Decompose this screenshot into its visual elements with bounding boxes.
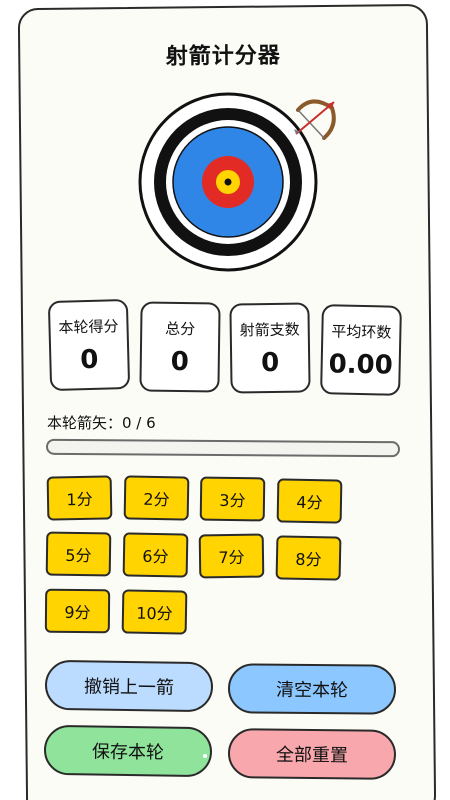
touch-indicator: [203, 754, 207, 758]
bow-and-arrow-icon: [294, 99, 336, 140]
stat-total-score: 总分 0: [139, 301, 221, 393]
undo-last-arrow-button[interactable]: 撤销上一箭: [44, 659, 214, 713]
stat-label: 射箭支数: [239, 320, 300, 340]
save-round-button[interactable]: 保存本轮: [43, 724, 213, 778]
round-arrows-label: 本轮箭矢：0 / 6: [47, 414, 156, 432]
score-button-2[interactable]: 2分: [123, 475, 190, 521]
score-button-1[interactable]: 1分: [46, 475, 113, 521]
stat-label: 平均环数: [331, 322, 392, 342]
stat-value: 0: [170, 346, 190, 378]
score-button-10[interactable]: 10分: [121, 589, 188, 635]
stat-label: 总分: [165, 319, 196, 339]
stat-average-rings: 平均环数 0.00: [320, 304, 402, 396]
stat-arrow-count: 射箭支数 0: [229, 302, 311, 394]
stat-value: 0.00: [328, 349, 394, 381]
score-button-6[interactable]: 6分: [122, 532, 189, 578]
reset-all-button[interactable]: 全部重置: [227, 728, 397, 780]
score-button-7[interactable]: 7分: [198, 533, 265, 579]
score-button-5[interactable]: 5分: [45, 531, 112, 577]
stat-value: 0: [79, 344, 99, 376]
score-button-8[interactable]: 8分: [275, 535, 342, 581]
score-button-3[interactable]: 3分: [199, 476, 266, 522]
score-button-9[interactable]: 9分: [44, 588, 111, 634]
score-button-4[interactable]: 4分: [276, 478, 343, 524]
stat-label: 本轮得分: [58, 317, 119, 337]
clear-round-button[interactable]: 清空本轮: [227, 663, 397, 715]
round-progress-bar: [45, 438, 401, 458]
stat-value: 0: [260, 347, 280, 379]
stat-round-score: 本轮得分 0: [47, 298, 131, 392]
app-title: 射箭计分器: [165, 43, 281, 70]
